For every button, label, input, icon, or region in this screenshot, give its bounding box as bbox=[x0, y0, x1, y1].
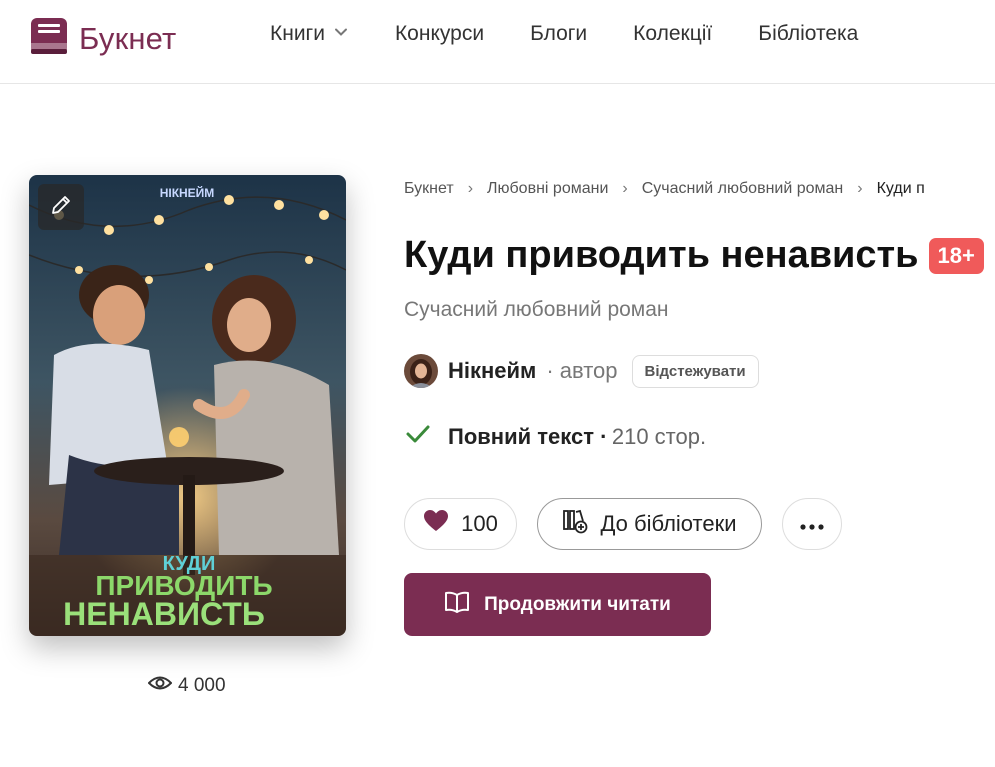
follow-button[interactable]: Відстежувати bbox=[631, 354, 759, 388]
check-icon bbox=[404, 420, 432, 453]
book-cover[interactable]: НІКНЕЙМ КУДИ ПРИВОДИТЬ НЕНАВИСТЬ bbox=[29, 175, 346, 636]
nav-books[interactable]: Книги bbox=[270, 22, 349, 46]
pencil-icon bbox=[49, 193, 73, 222]
page-count: 210 стор. bbox=[611, 423, 707, 449]
author-name[interactable]: Нікнейм bbox=[448, 358, 536, 384]
breadcrumb-romance[interactable]: Любовні романи bbox=[487, 180, 608, 198]
nav-blogs[interactable]: Блоги bbox=[530, 22, 587, 46]
heart-icon bbox=[423, 509, 449, 539]
site-logo[interactable]: Букнет bbox=[29, 16, 176, 61]
breadcrumb-modern-romance[interactable]: Сучасний любовний роман bbox=[642, 180, 844, 198]
book-logo-icon bbox=[29, 16, 69, 61]
likes-count: 100 bbox=[461, 511, 498, 536]
cover-author-text: НІКНЕЙМ bbox=[160, 185, 215, 200]
more-dots-icon bbox=[799, 511, 825, 537]
action-buttons: 100 До бібліотеки bbox=[404, 498, 842, 550]
continue-reading-button[interactable]: Продовжити читати bbox=[404, 573, 711, 636]
author-row: Нікнейм · автор Відстежувати bbox=[404, 354, 759, 388]
edit-cover-button[interactable] bbox=[38, 184, 84, 230]
breadcrumb: Букнет › Любовні романи › Сучасний любов… bbox=[404, 180, 995, 198]
nav-books-label: Книги bbox=[270, 22, 325, 45]
breadcrumb-home[interactable]: Букнет bbox=[404, 180, 454, 198]
library-add-icon bbox=[562, 508, 588, 540]
chevron-right-icon: › bbox=[622, 180, 628, 197]
avatar[interactable] bbox=[404, 354, 438, 388]
breadcrumb-current: Куди п bbox=[876, 180, 925, 197]
views-value: 4 000 bbox=[178, 675, 226, 696]
logo-text: Букнет bbox=[79, 20, 177, 56]
nav-contests[interactable]: Конкурси bbox=[395, 22, 484, 46]
main-nav: Книги Конкурси Блоги Колекції Бібліотека bbox=[270, 22, 904, 46]
top-header: Букнет Книги Конкурси Блоги Колекції Біб… bbox=[0, 0, 995, 84]
chevron-down-icon bbox=[333, 22, 349, 46]
open-book-icon bbox=[444, 590, 470, 620]
status-row: Повний текст · 210 стор. bbox=[404, 420, 706, 453]
more-options-button[interactable] bbox=[782, 498, 842, 550]
status-text: Повний текст · bbox=[448, 423, 608, 449]
library-label: До бібліотеки bbox=[600, 511, 737, 536]
nav-library[interactable]: Бібліотека bbox=[758, 22, 858, 46]
like-button[interactable]: 100 bbox=[404, 498, 517, 550]
chevron-right-icon: › bbox=[467, 180, 474, 197]
eye-icon bbox=[147, 674, 173, 698]
title-row: Куди приводить ненависть 18+ bbox=[404, 234, 984, 277]
book-genre[interactable]: Сучасний любовний роман bbox=[404, 298, 669, 322]
age-rating-badge: 18+ bbox=[928, 237, 984, 274]
cover-title-line3: НЕНАВИСТЬ bbox=[63, 596, 265, 632]
nav-collections[interactable]: Колекції bbox=[633, 22, 712, 46]
add-to-library-button[interactable]: До бібліотеки bbox=[537, 498, 762, 550]
views-count: 4 000 bbox=[147, 674, 226, 698]
chevron-right-icon: › bbox=[857, 180, 863, 197]
author-role: · автор bbox=[546, 358, 618, 383]
continue-reading-label: Продовжити читати bbox=[484, 593, 671, 615]
page-title: Куди приводить ненависть bbox=[404, 234, 919, 276]
